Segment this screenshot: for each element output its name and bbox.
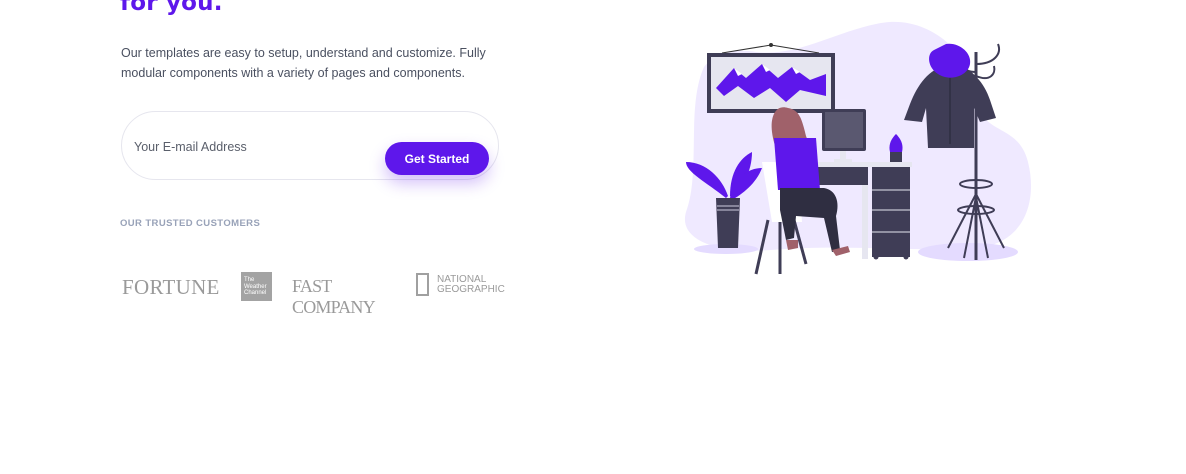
trusted-customers-heading: OUR TRUSTED CUSTOMERS: [120, 218, 261, 229]
workspace-illustration: [676, 12, 1036, 285]
email-input[interactable]: [134, 136, 374, 158]
get-started-button[interactable]: Get Started: [385, 142, 489, 175]
weather-channel-logo: The Weather Channel: [241, 272, 272, 301]
subscribe-form: Get Started: [121, 111, 499, 180]
national-geographic-line-2: GEOGRAPHIC: [437, 284, 505, 295]
person-at-desk-illustration: [684, 21, 1032, 275]
national-geographic-frame-icon: [416, 273, 429, 296]
hero-description: Our templates are easy to setup, underst…: [121, 46, 486, 80]
fast-company-logo: FAST COMPANY: [292, 276, 376, 317]
hero-title: for you.: [120, 0, 223, 16]
fortune-logo: FORTUNE: [122, 275, 220, 299]
weather-channel-line-3: Channel: [244, 290, 267, 296]
